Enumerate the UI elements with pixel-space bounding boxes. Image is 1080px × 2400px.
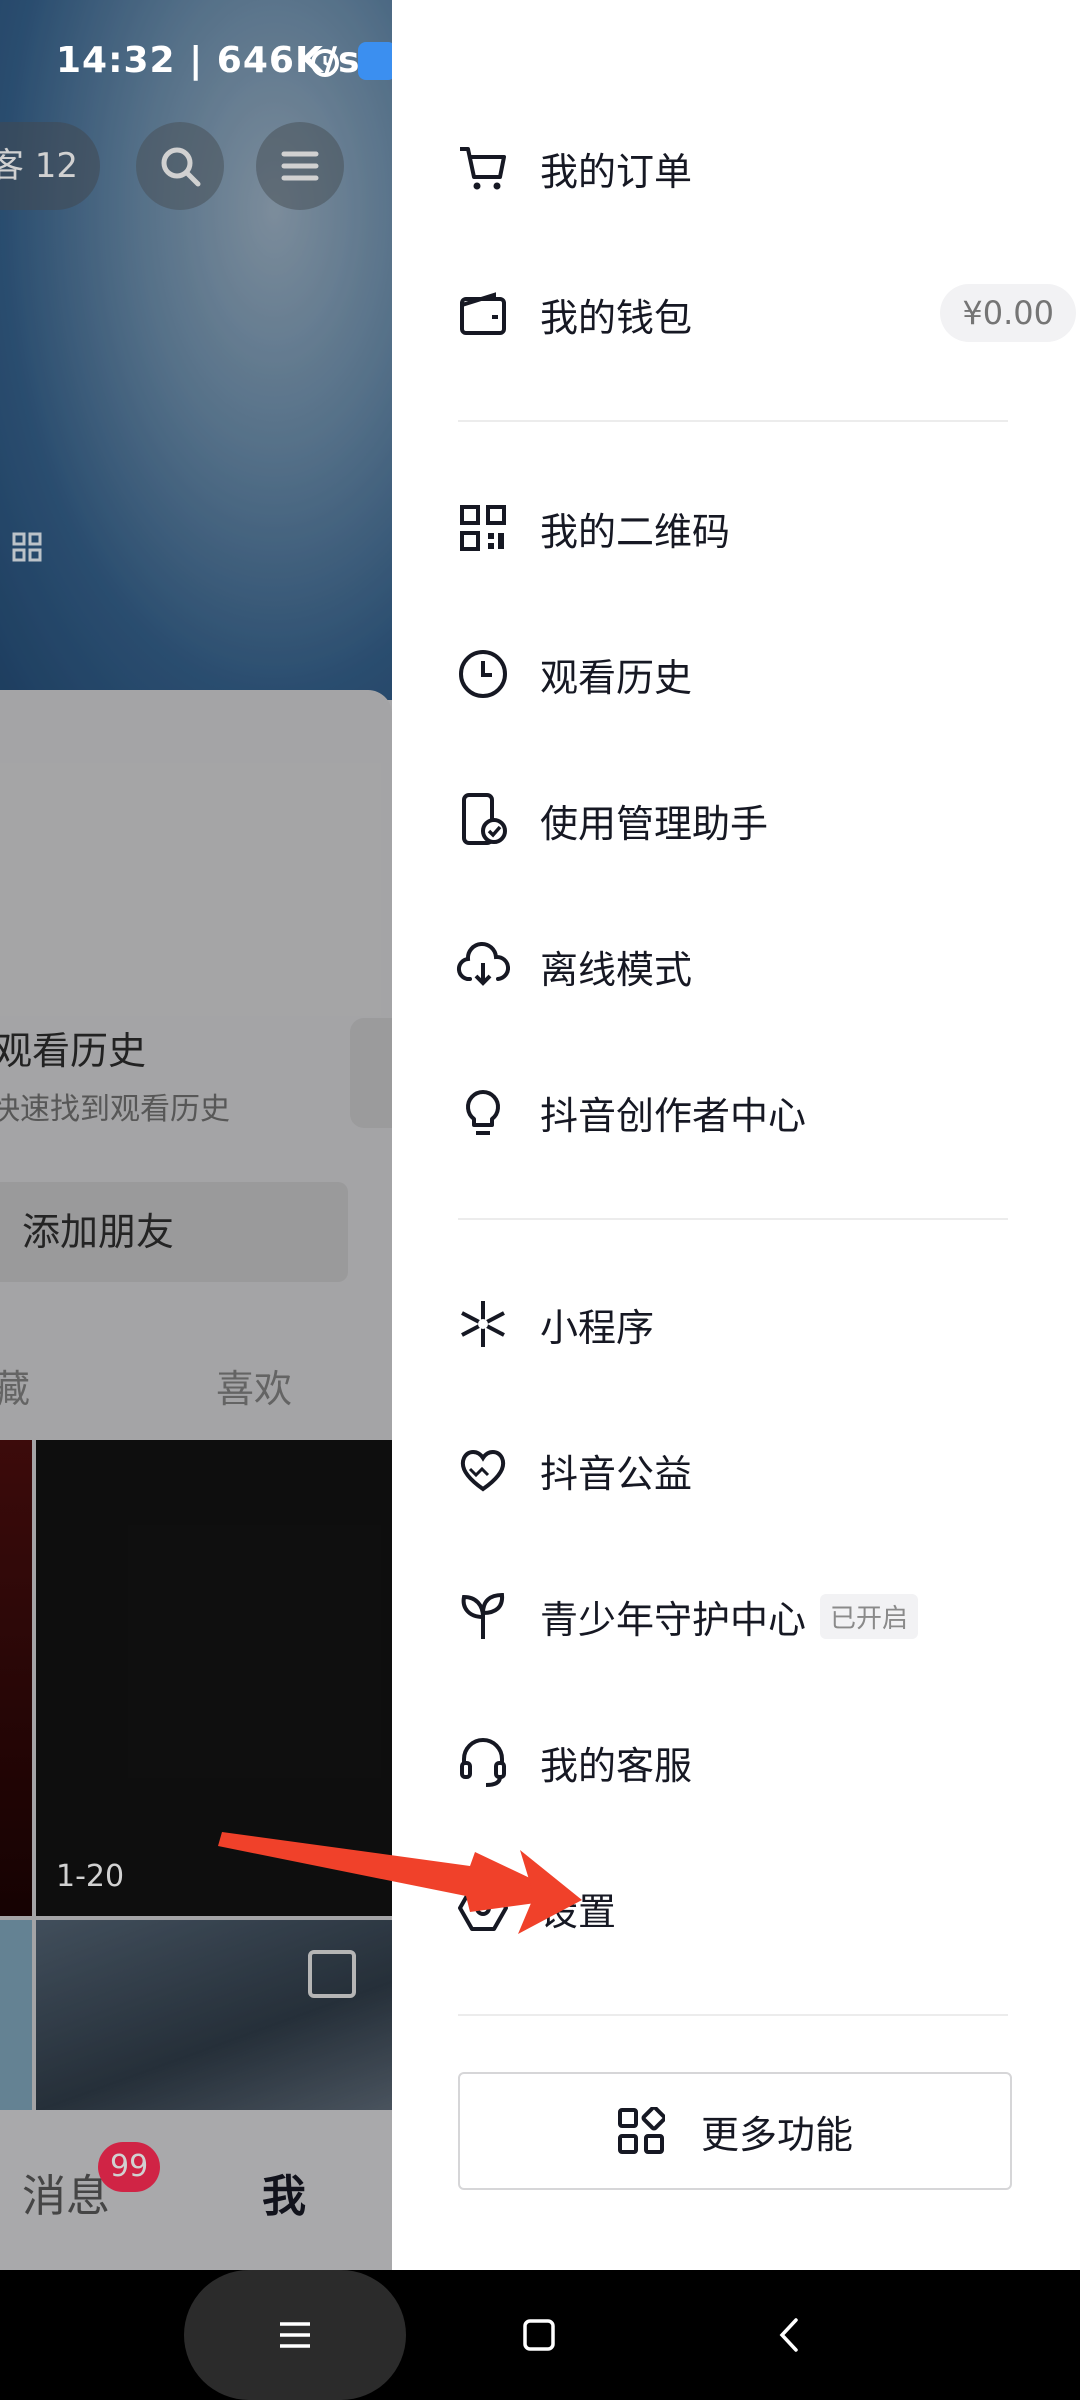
back-icon[interactable] xyxy=(770,2316,808,2354)
charity-heart-icon xyxy=(456,1443,510,1497)
menu-my-qr-code[interactable]: 我的二维码 xyxy=(456,478,1056,578)
history-subtitle: 快速找到观看历史 xyxy=(0,1092,230,1127)
video-thumbnail[interactable] xyxy=(0,1440,32,1916)
menu-label: 离线模式 xyxy=(540,947,693,992)
menu-mini-programs[interactable]: 小程序 xyxy=(456,1274,1056,1374)
search-button[interactable] xyxy=(136,122,224,210)
add-friend-button[interactable]: 添加朋友 xyxy=(0,1182,348,1282)
headset-icon xyxy=(456,1735,510,1789)
video-thumbnail[interactable]: 1-20 xyxy=(36,1440,392,1916)
video-thumbnail[interactable] xyxy=(0,1920,32,2110)
app-icon xyxy=(358,42,396,80)
menu-my-orders[interactable]: 我的订单 xyxy=(456,118,1056,218)
multi-image-icon xyxy=(308,1950,356,1998)
more-features-label: 更多功能 xyxy=(700,2112,853,2157)
more-features-button[interactable]: 更多功能 xyxy=(458,2072,1012,2190)
divider xyxy=(458,420,1008,422)
menu-label: 我的二维码 xyxy=(540,509,731,554)
search-icon xyxy=(161,147,201,187)
cart-icon xyxy=(456,141,510,195)
alarm-icon xyxy=(311,49,339,77)
divider xyxy=(458,2014,1008,2016)
clock-icon xyxy=(456,647,510,701)
divider xyxy=(458,1218,1008,1220)
menu-icon[interactable] xyxy=(276,2316,314,2354)
visitor-count-pill[interactable]: 客 12 xyxy=(0,122,100,210)
settings-hex-icon xyxy=(456,1881,510,1935)
messages-badge: 99 xyxy=(98,2142,161,2192)
menu-label: 抖音创作者中心 xyxy=(540,1093,807,1138)
menu-customer-service[interactable]: 我的客服 xyxy=(456,1712,1056,1812)
side-drawer: 我的订单 我的钱包 ¥0.00 我的二维码 观看历史 使用管理助手 离线模式 抖… xyxy=(392,0,1080,2270)
background-profile-page: 客 12 观看历史 快速找到观看历史 添加朋友 藏 喜欢 1-20 消息 99 … xyxy=(0,0,392,2270)
thumbnail-label: 1-20 xyxy=(56,1859,125,1894)
mini-program-icon xyxy=(456,1297,510,1351)
history-title: 观看历史 xyxy=(0,1029,147,1073)
menu-settings[interactable]: 设置 xyxy=(456,1858,1056,1958)
tab-messages[interactable]: 消息 xyxy=(22,2160,110,2224)
menu-label: 我的钱包 xyxy=(540,295,693,340)
wallet-icon xyxy=(456,287,510,341)
menu-watch-history[interactable]: 观看历史 xyxy=(456,624,1056,724)
video-thumbnail[interactable] xyxy=(36,1920,392,2110)
menu-offline-mode[interactable]: 离线模式 xyxy=(456,916,1056,1016)
menu-charity[interactable]: 抖音公益 xyxy=(456,1420,1056,1520)
menu-label: 小程序 xyxy=(540,1305,655,1350)
menu-label: 我的客服 xyxy=(540,1743,693,1788)
tab-collection[interactable]: 藏 xyxy=(0,1358,30,1413)
phone-check-icon xyxy=(456,793,510,847)
menu-label: 观看历史 xyxy=(540,655,693,700)
menu-label: 我的订单 xyxy=(540,149,693,194)
enabled-tag: 已开启 xyxy=(820,1593,919,1639)
history-card-edge[interactable] xyxy=(350,1018,392,1128)
tab-me[interactable]: 我 xyxy=(262,2160,306,2224)
cloud-download-icon xyxy=(456,939,510,993)
qr-mini-icon xyxy=(12,532,42,562)
sprout-icon xyxy=(456,1589,510,1643)
wallet-balance[interactable]: ¥0.00 xyxy=(940,284,1076,342)
home-icon[interactable] xyxy=(520,2316,558,2354)
qr-code-icon xyxy=(456,501,510,555)
menu-label: 使用管理助手 xyxy=(540,801,769,846)
menu-label: 抖音公益 xyxy=(540,1451,693,1496)
menu-creator-center[interactable]: 抖音创作者中心 xyxy=(456,1062,1056,1162)
profile-cover xyxy=(0,0,392,700)
menu-label: 设置 xyxy=(540,1889,617,1934)
menu-teen-protection[interactable]: 青少年守护中心 已开启 xyxy=(456,1566,1056,1666)
lightbulb-icon xyxy=(456,1085,510,1139)
grid-apps-icon xyxy=(617,2107,665,2154)
tab-likes[interactable]: 喜欢 xyxy=(216,1358,292,1413)
hamburger-icon xyxy=(281,151,319,181)
menu-usage-assistant[interactable]: 使用管理助手 xyxy=(456,770,1056,870)
menu-button[interactable] xyxy=(256,122,344,210)
menu-label: 青少年守护中心 xyxy=(540,1597,807,1642)
system-navigation-bar xyxy=(0,2270,1080,2400)
